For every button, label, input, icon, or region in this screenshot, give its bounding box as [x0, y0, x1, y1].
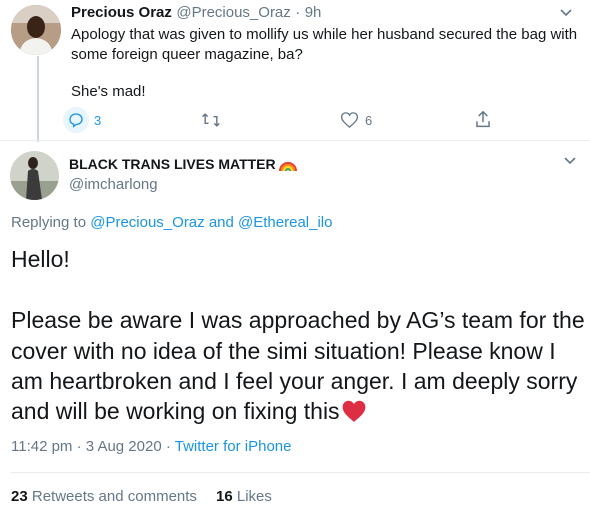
likes-label: Likes	[236, 488, 272, 505]
retweets-stat[interactable]: 23 Retweets and comments	[11, 488, 197, 505]
separator-dot: ·	[295, 4, 301, 21]
reply-and-text: and	[208, 214, 234, 231]
likes-count: 16	[216, 488, 233, 505]
tweet-body-line: cover with no idea of the simi situation…	[11, 338, 556, 364]
author-handle[interactable]: @imcharlong	[69, 176, 158, 193]
thread-connector-line	[37, 56, 39, 142]
like-button[interactable]: 6	[340, 111, 372, 129]
imcharlong-avatar[interactable]	[10, 151, 59, 200]
replying-prefix: Replying to	[11, 214, 87, 231]
tweet-source-link[interactable]: Twitter for iPhone	[175, 438, 292, 455]
like-count: 6	[365, 112, 373, 128]
author-name[interactable]: Precious Oraz	[71, 4, 172, 21]
tweet-body-line: am heartbroken and I feel your anger. I …	[11, 368, 578, 394]
rainbow-icon	[278, 156, 298, 177]
tweet-body-line: Hello!	[11, 246, 70, 272]
dot-separator: ·	[165, 438, 171, 455]
red-heart-icon	[341, 399, 367, 430]
share-button[interactable]	[474, 110, 492, 129]
tweet-time[interactable]: 9h	[305, 4, 322, 21]
chevron-down-icon[interactable]	[563, 156, 577, 166]
retweet-icon	[202, 113, 220, 127]
retweets-label: Retweets and comments	[31, 488, 197, 505]
parent-tweet-text-line: She's mad!	[71, 83, 146, 100]
parent-tweet-text-line: Apology that was given to mollify us whi…	[71, 26, 578, 43]
main-tweet-author: BLACK TRANS LIVES MATTER	[69, 156, 298, 177]
parent-tweet-text-line: some foreign queer magazine, ba?	[71, 46, 303, 63]
reply-mention-link[interactable]: @Precious_Oraz	[90, 214, 204, 231]
likes-stat[interactable]: 16 Likes	[216, 488, 272, 505]
tweet-divider	[0, 140, 590, 141]
author-name[interactable]: BLACK TRANS LIVES MATTER	[69, 156, 276, 172]
reply-icon	[63, 107, 89, 133]
reply-button[interactable]: 3	[63, 107, 101, 133]
parent-tweet-header: Precious Oraz @Precious_Oraz · 9h	[71, 4, 321, 22]
tweet-body-last-line: and will be working on fixing this	[11, 396, 367, 430]
tweet-timestamp[interactable]: 11:42 pm · 3 Aug 2020	[11, 438, 162, 455]
chevron-down-icon[interactable]	[559, 8, 573, 18]
author-handle[interactable]: @Precious_Oraz	[176, 4, 290, 21]
retweets-count: 23	[11, 488, 28, 505]
retweet-button[interactable]	[201, 111, 227, 129]
tweet-body-line: Please be aware I was approached by AG’s…	[11, 307, 585, 333]
share-icon	[476, 110, 490, 128]
heart-outline-icon	[340, 112, 359, 129]
reply-mention-link[interactable]: @Ethereal_ilo	[238, 214, 332, 231]
precious-oraz-avatar[interactable]	[11, 5, 61, 55]
replying-to: Replying to @Precious_Oraz and @Ethereal…	[11, 214, 332, 231]
tweet-body-line: and will be working on fixing this	[11, 398, 340, 424]
reply-count: 3	[94, 112, 102, 128]
stats-divider-top	[11, 472, 590, 473]
tweet-timestamp-row: 11:42 pm · 3 Aug 2020 · Twitter for iPho…	[11, 438, 291, 455]
